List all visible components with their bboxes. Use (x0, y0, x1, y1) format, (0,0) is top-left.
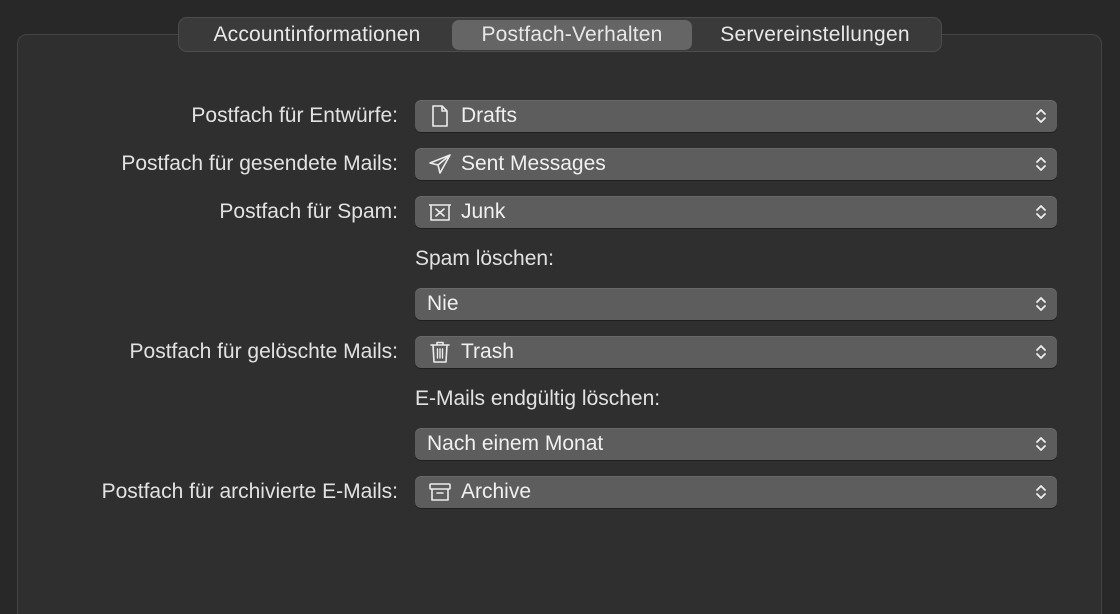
tab-mailbox-behaviors[interactable]: Postfach-Verhalten (452, 19, 692, 50)
tab-account-information[interactable]: Accountinformationen (182, 20, 452, 50)
trash-mailbox-value: Trash (461, 340, 514, 363)
archive-mailbox-value: Archive (461, 480, 532, 503)
tab-server-settings[interactable]: Servereinstellungen (692, 20, 938, 50)
junk-tray-icon (427, 200, 453, 224)
chevron-up-down-icon (1035, 107, 1047, 125)
trash-mailbox-row: Postfach für gelöschte Mails: Trash (0, 336, 1120, 368)
erase-deleted-label: E-Mails endgültig löschen: (415, 387, 661, 410)
drafts-mailbox-popup[interactable]: Drafts (415, 100, 1057, 132)
drafts-mailbox-row: Postfach für Entwürfe: Drafts (0, 100, 1120, 132)
chevron-up-down-icon (1035, 343, 1047, 361)
spam-delete-label: Spam löschen: (415, 247, 554, 270)
archive-mailbox-row: Postfach für archivierte E-Mails: Archiv… (0, 476, 1120, 508)
archive-mailbox-popup[interactable]: Archive (415, 476, 1057, 508)
archive-mailbox-label: Postfach für archivierte E-Mails: (101, 480, 398, 503)
sent-mailbox-label: Postfach für gesendete Mails: (121, 152, 398, 175)
chevron-up-down-icon (1035, 155, 1047, 173)
tab-bar: Accountinformationen Postfach-Verhalten … (178, 17, 942, 52)
trash-mailbox-popup[interactable]: Trash (415, 336, 1057, 368)
junk-mailbox-value: Junk (461, 200, 506, 223)
erase-deleted-value: Nach einem Monat (427, 432, 604, 455)
junk-mailbox-popup[interactable]: Junk (415, 196, 1057, 228)
drafts-mailbox-label: Postfach für Entwürfe: (191, 104, 398, 127)
junk-mailbox-label: Postfach für Spam: (219, 200, 398, 223)
chevron-up-down-icon (1035, 483, 1047, 501)
chevron-up-down-icon (1035, 435, 1047, 453)
junk-mailbox-row: Postfach für Spam: Junk (0, 196, 1120, 228)
mail-account-settings-window: Accountinformationen Postfach-Verhalten … (0, 0, 1120, 614)
paper-plane-icon (427, 152, 453, 176)
chevron-up-down-icon (1035, 295, 1047, 313)
sent-mailbox-popup[interactable]: Sent Messages (415, 148, 1057, 180)
erase-deleted-row: Nach einem Monat (0, 428, 1120, 460)
spam-delete-popup[interactable]: Nie (415, 288, 1057, 320)
drafts-mailbox-value: Drafts (461, 104, 518, 127)
chevron-up-down-icon (1035, 203, 1047, 221)
trash-mailbox-label: Postfach für gelöschte Mails: (129, 340, 398, 363)
document-icon (427, 104, 453, 128)
spam-delete-row: Nie (0, 288, 1120, 320)
archive-box-icon (427, 480, 453, 504)
spam-delete-value: Nie (427, 292, 459, 315)
erase-deleted-popup[interactable]: Nach einem Monat (415, 428, 1057, 460)
sent-mailbox-row: Postfach für gesendete Mails: Sent Messa… (0, 148, 1120, 180)
trash-icon (427, 340, 453, 364)
sent-mailbox-value: Sent Messages (461, 152, 606, 175)
